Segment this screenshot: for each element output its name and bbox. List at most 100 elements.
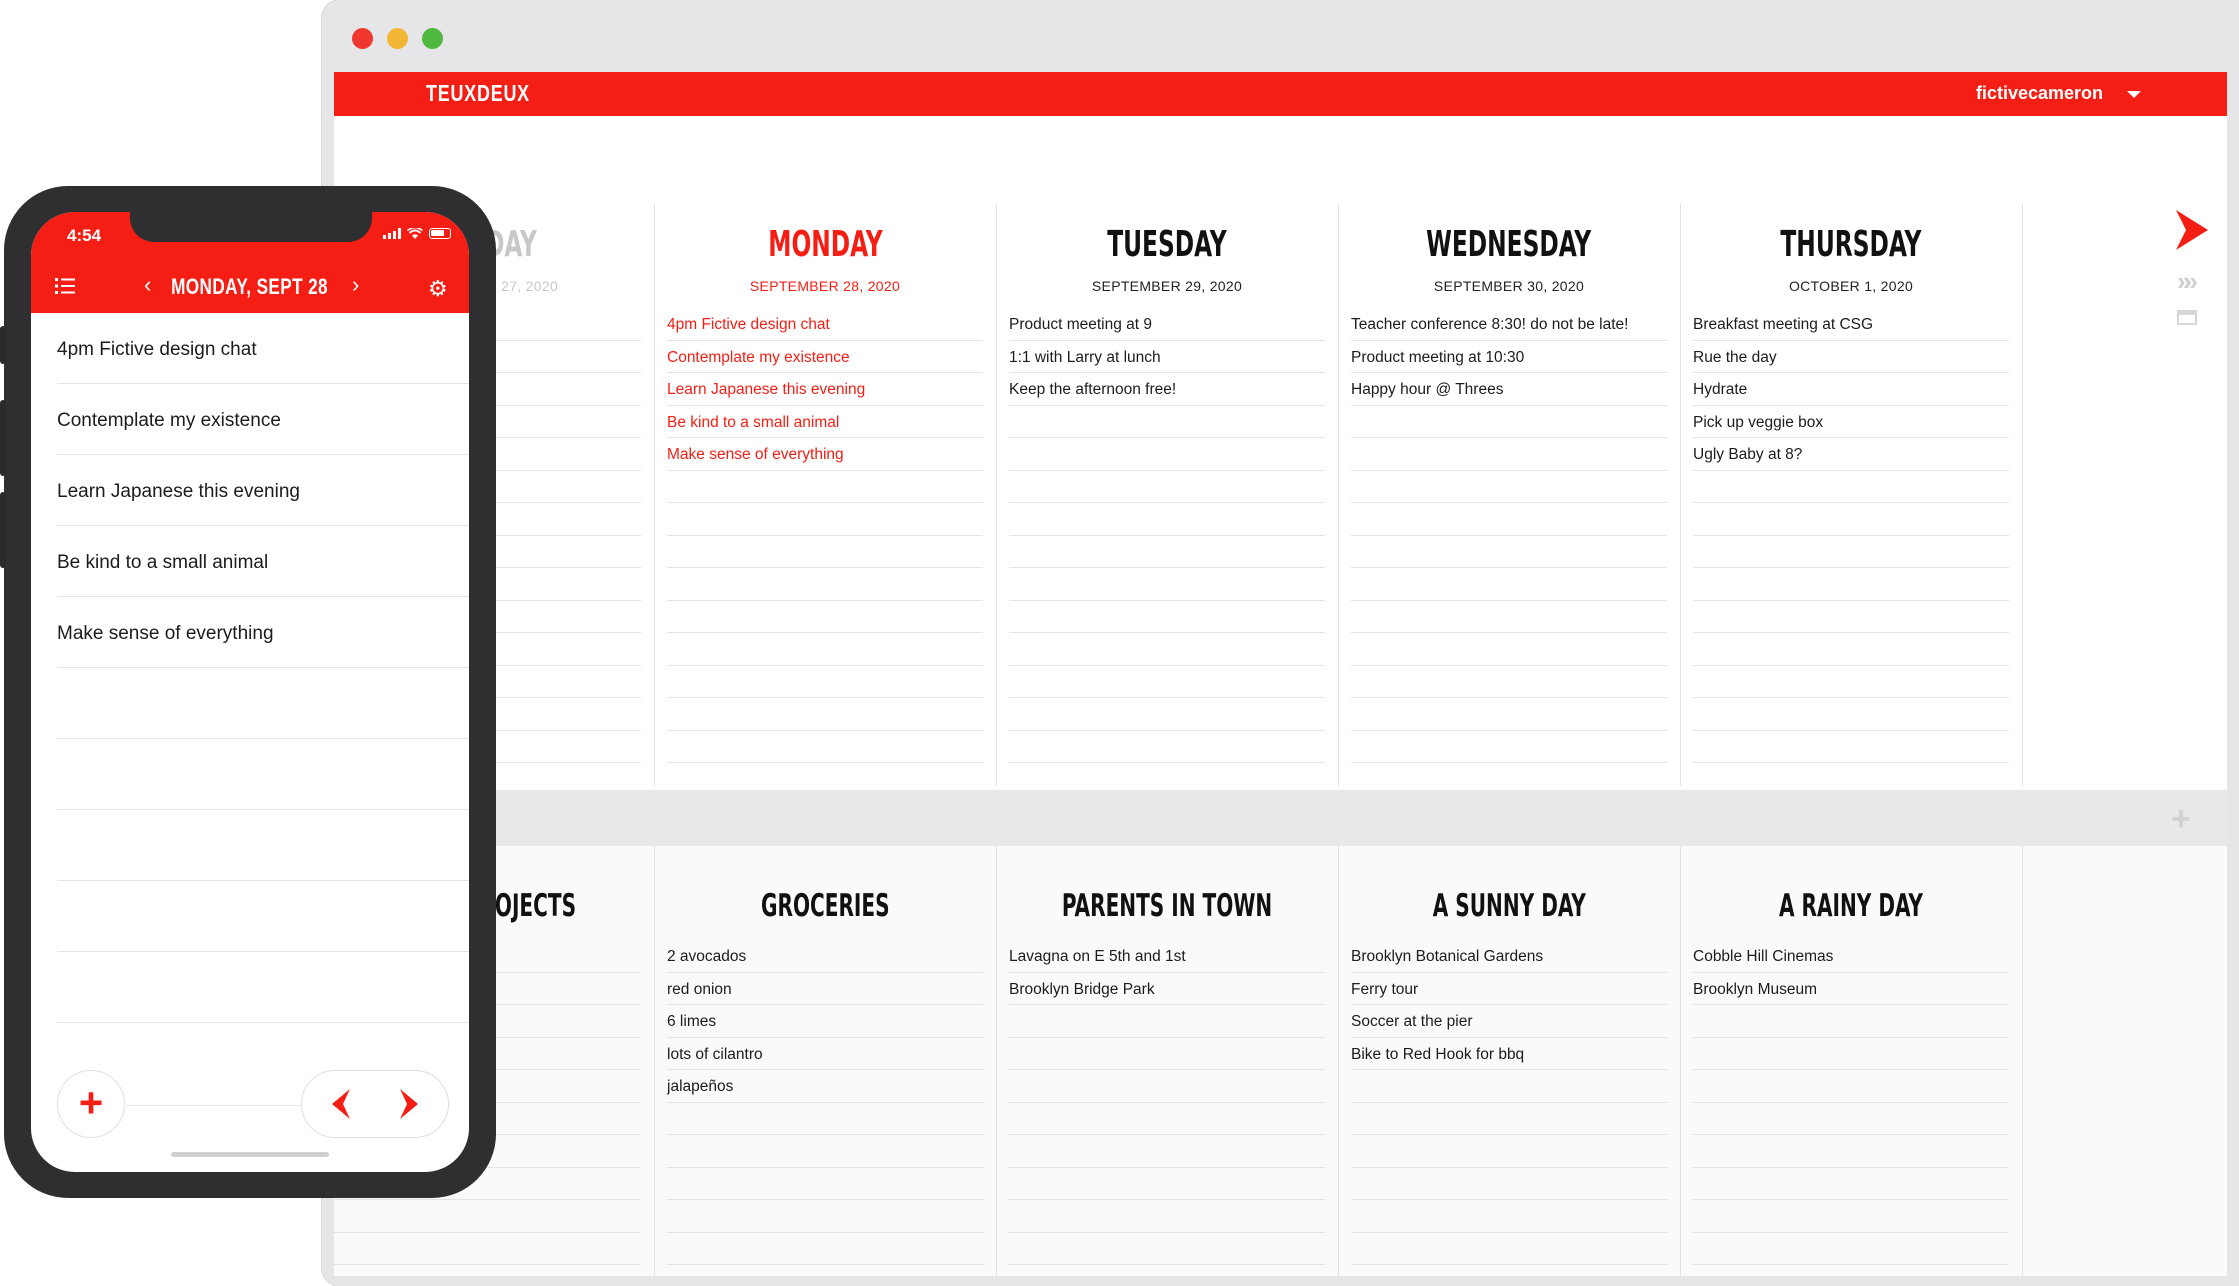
empty-list-slot[interactable] — [1009, 1005, 1325, 1038]
empty-list-slot[interactable] — [1009, 1233, 1325, 1265]
empty-todo-slot[interactable] — [1351, 601, 1667, 633]
todo-item[interactable]: Product meeting at 9 — [1009, 308, 1325, 341]
todo-item[interactable]: Hydrate — [1693, 373, 2009, 406]
empty-list-slot[interactable] — [1351, 1135, 1667, 1168]
todo-item[interactable]: Happy hour @ Threes — [1351, 373, 1667, 406]
empty-todo-slot[interactable] — [1351, 536, 1667, 568]
empty-todo-slot[interactable] — [1693, 471, 2009, 503]
todo-item[interactable]: Learn Japanese this evening — [667, 373, 983, 406]
list-item[interactable]: Brooklyn Bridge Park — [1009, 973, 1325, 1005]
list-item[interactable]: Bike to Red Hook for bbq — [1351, 1038, 1667, 1070]
todo-item[interactable]: Teacher conference 8:30! do not be late! — [1351, 308, 1667, 341]
phone-todo-item[interactable]: Make sense of everything — [57, 597, 469, 668]
empty-todo-slot[interactable] — [1009, 536, 1325, 568]
phone-todo-item[interactable]: 4pm Fictive design chat — [57, 313, 469, 384]
empty-todo-slot[interactable] — [1693, 666, 2009, 698]
empty-todo-slot[interactable] — [667, 568, 983, 601]
todo-item[interactable]: Keep the afternoon free! — [1009, 373, 1325, 406]
empty-todo-slot[interactable] — [1351, 568, 1667, 601]
empty-todo-slot[interactable] — [1351, 698, 1667, 731]
empty-todo-slot[interactable] — [1009, 438, 1325, 471]
next-week-icon[interactable] — [2172, 208, 2212, 257]
phone-empty-slot[interactable] — [57, 810, 469, 881]
empty-list-slot[interactable] — [667, 1135, 983, 1168]
calendar-icon[interactable] — [2177, 310, 2197, 325]
empty-todo-slot[interactable] — [1351, 666, 1667, 698]
empty-list-slot[interactable] — [1351, 1070, 1667, 1103]
todo-item[interactable]: 1:1 with Larry at lunch — [1009, 341, 1325, 373]
empty-todo-slot[interactable] — [1693, 503, 2009, 536]
empty-todo-slot[interactable] — [667, 601, 983, 633]
gear-icon[interactable]: ⚙ — [428, 276, 448, 302]
list-title[interactable]: GROCERIES — [654, 888, 996, 924]
list-title[interactable]: A SUNNY DAY — [1338, 888, 1680, 924]
empty-list-slot[interactable] — [1351, 1200, 1667, 1233]
empty-list-slot[interactable] — [667, 1168, 983, 1200]
empty-todo-slot[interactable] — [1009, 503, 1325, 536]
minimize-window-button[interactable] — [387, 28, 408, 49]
fast-forward-icon[interactable]: »» — [2177, 266, 2198, 297]
phone-empty-slot[interactable] — [57, 881, 469, 952]
todo-item[interactable]: Be kind to a small animal — [667, 406, 983, 438]
empty-todo-slot[interactable] — [1009, 666, 1325, 698]
empty-todo-slot[interactable] — [1351, 633, 1667, 666]
list-item[interactable]: lots of cilantro — [667, 1038, 983, 1070]
list-item[interactable]: Cobble Hill Cinemas — [1693, 940, 2009, 973]
list-item[interactable]: jalapeños — [667, 1070, 983, 1103]
empty-todo-slot[interactable] — [1351, 731, 1667, 763]
empty-list-slot[interactable] — [1693, 1233, 2009, 1265]
chevron-down-icon[interactable] — [2127, 91, 2141, 98]
empty-todo-slot[interactable] — [667, 731, 983, 763]
empty-todo-slot[interactable] — [1351, 503, 1667, 536]
empty-list-slot[interactable] — [1693, 1070, 2009, 1103]
empty-todo-slot[interactable] — [1693, 633, 2009, 666]
phone-empty-slot[interactable] — [57, 952, 469, 1023]
empty-todo-slot[interactable] — [1693, 536, 2009, 568]
empty-todo-slot[interactable] — [667, 503, 983, 536]
close-window-button[interactable] — [352, 28, 373, 49]
next-day-button[interactable] — [396, 1085, 424, 1128]
empty-todo-slot[interactable] — [1009, 601, 1325, 633]
empty-todo-slot[interactable] — [1009, 471, 1325, 503]
empty-todo-slot[interactable] — [1693, 731, 2009, 763]
list-item[interactable]: 6 limes — [667, 1005, 983, 1038]
list-item[interactable]: red onion — [667, 973, 983, 1005]
todo-item[interactable]: Pick up veggie box — [1693, 406, 2009, 438]
empty-todo-slot[interactable] — [667, 633, 983, 666]
empty-list-slot[interactable] — [1693, 1200, 2009, 1233]
list-item[interactable]: Soccer at the pier — [1351, 1005, 1667, 1038]
user-menu[interactable]: fictivecameron — [1976, 83, 2103, 104]
empty-todo-slot[interactable] — [1009, 731, 1325, 763]
list-title[interactable]: A RAINY DAY — [1680, 888, 2022, 924]
empty-todo-slot[interactable] — [667, 698, 983, 731]
todo-item[interactable]: Breakfast meeting at CSG — [1693, 308, 2009, 341]
empty-todo-slot[interactable] — [1351, 471, 1667, 503]
brand-logo[interactable]: TEUXDEUX — [426, 80, 530, 107]
todo-item[interactable]: Make sense of everything — [667, 438, 983, 471]
empty-todo-slot[interactable] — [1693, 601, 2009, 633]
list-item[interactable]: Brooklyn Museum — [1693, 973, 2009, 1005]
add-todo-button[interactable]: + — [57, 1070, 125, 1138]
maximize-window-button[interactable] — [422, 28, 443, 49]
list-item[interactable]: 2 avocados — [667, 940, 983, 973]
empty-todo-slot[interactable] — [667, 536, 983, 568]
empty-list-slot[interactable] — [1009, 1168, 1325, 1200]
todo-item[interactable]: Contemplate my existence — [667, 341, 983, 373]
list-item[interactable]: Brooklyn Botanical Gardens — [1351, 940, 1667, 973]
empty-todo-slot[interactable] — [1693, 698, 2009, 731]
empty-list-slot[interactable] — [1009, 1070, 1325, 1103]
todo-item[interactable]: 4pm Fictive design chat — [667, 308, 983, 341]
phone-empty-slot[interactable] — [57, 739, 469, 810]
empty-list-slot[interactable] — [1693, 1005, 2009, 1038]
todo-item[interactable]: Product meeting at 10:30 — [1351, 341, 1667, 373]
empty-todo-slot[interactable] — [1009, 568, 1325, 601]
list-title[interactable]: PARENTS IN TOWN — [996, 888, 1338, 924]
empty-todo-slot[interactable] — [667, 666, 983, 698]
phone-todo-item[interactable]: Learn Japanese this evening — [57, 455, 469, 526]
empty-list-slot[interactable] — [1009, 1103, 1325, 1135]
empty-list-slot[interactable] — [1351, 1233, 1667, 1265]
empty-list-slot[interactable] — [1351, 1168, 1667, 1200]
previous-day-button[interactable] — [326, 1085, 354, 1128]
empty-list-slot[interactable] — [1009, 1135, 1325, 1168]
empty-list-slot[interactable] — [1693, 1168, 2009, 1200]
